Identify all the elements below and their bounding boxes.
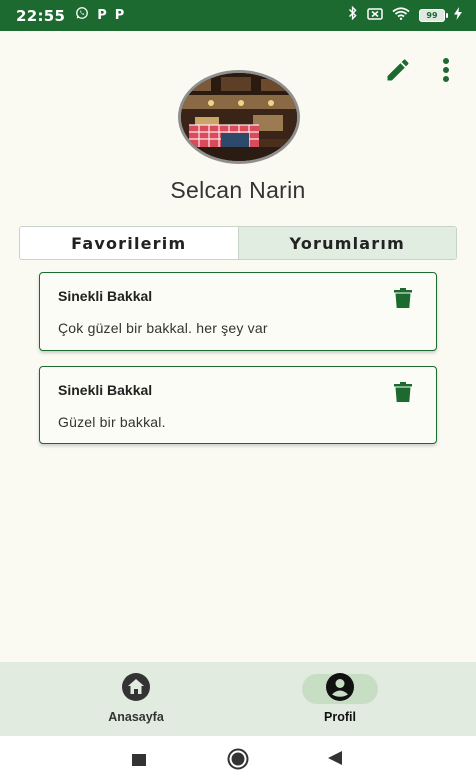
status-time: 22:55 <box>16 6 66 25</box>
nav-icon-container <box>98 672 174 707</box>
delete-icon[interactable] <box>394 382 412 407</box>
home-button-icon[interactable] <box>227 748 249 775</box>
bottom-navigation: Anasayfa Profil <box>0 662 476 736</box>
system-navigation-bar <box>0 736 476 779</box>
home-icon <box>121 672 151 707</box>
bluetooth-icon <box>348 5 358 25</box>
comment-title: Sinekli Bakkal <box>58 382 153 398</box>
tab-yorumlarim[interactable]: Yorumlarım <box>237 227 456 259</box>
back-icon[interactable] <box>328 751 342 770</box>
status-bar: 22:55 P P 99 <box>0 0 476 31</box>
more-vert-icon[interactable] <box>442 57 450 83</box>
battery-level: 99 <box>426 11 438 20</box>
p-notification-icon: P <box>114 8 125 23</box>
notification-icons: P P <box>75 6 124 25</box>
wifi-icon <box>392 6 410 25</box>
nav-label-anasayfa: Anasayfa <box>108 710 164 724</box>
nav-item-profil[interactable]: Profil <box>270 662 410 736</box>
avatar-image <box>181 73 297 161</box>
p-notification-icon: P <box>97 8 107 23</box>
comment-text: Çok güzel bir bakkal. her şey var <box>58 320 268 336</box>
whatsapp-icon <box>75 6 89 25</box>
comment-title: Sinekli Bakkal <box>58 288 153 304</box>
tab-favorilerim[interactable]: Favorilerim <box>20 227 238 259</box>
comment-card[interactable]: Sinekli Bakkal Güzel bir bakkal. <box>39 366 437 444</box>
edit-icon[interactable] <box>384 56 412 84</box>
nav-label-profil: Profil <box>324 710 356 724</box>
nav-icon-container <box>302 672 378 707</box>
comment-text: Güzel bir bakkal. <box>58 414 166 430</box>
recents-icon[interactable] <box>132 753 146 771</box>
delete-icon[interactable] <box>394 288 412 313</box>
nav-item-anasayfa[interactable]: Anasayfa <box>66 662 206 736</box>
account-circle-icon <box>325 672 355 707</box>
profile-name: Selcan Narin <box>170 177 306 203</box>
profile-tabs: Favorilerim Yorumlarım <box>19 226 457 260</box>
battery-icon: 99 <box>419 9 448 22</box>
sim-off-icon <box>367 7 383 25</box>
system-status-icons: 99 <box>348 5 462 25</box>
comment-card[interactable]: Sinekli Bakkal Çok güzel bir bakkal. her… <box>39 272 437 351</box>
profile-actions <box>384 56 450 84</box>
charging-icon <box>454 6 462 25</box>
avatar[interactable] <box>178 70 300 164</box>
